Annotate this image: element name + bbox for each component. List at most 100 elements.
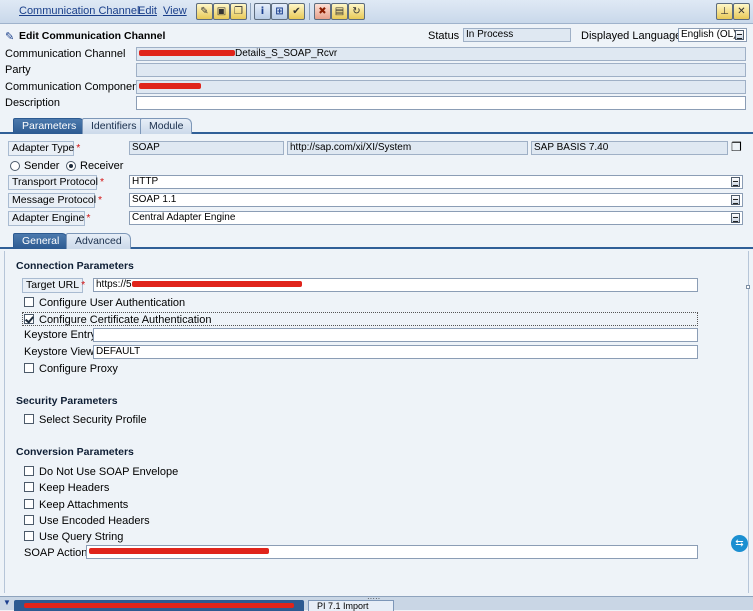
check-icon[interactable]: ✔ [288, 3, 305, 20]
message-protocol-label: Message Protocol * [8, 193, 102, 208]
keystore-entry-input[interactable] [93, 328, 698, 342]
adapter-namespace-field: http://sap.com/xi/XI/System [287, 141, 528, 155]
query-string-label: Use Query String [39, 531, 124, 543]
tab-identifiers[interactable]: Identifiers [82, 118, 146, 134]
adapter-engine-select[interactable]: Central Adapter Engine [129, 211, 743, 225]
page-title: Edit Communication Channel [19, 30, 166, 42]
target-url-input[interactable]: https://5 [93, 278, 698, 292]
dropdown-icon[interactable] [731, 195, 740, 205]
menu-view[interactable]: View [163, 5, 187, 17]
window-icon[interactable]: ❐ [731, 140, 742, 154]
adapter-engine-label: Adapter Engine * [8, 211, 90, 226]
language-label: Displayed Language [581, 30, 682, 42]
adapter-type-label: Adapter Type * [8, 141, 80, 156]
sender-label: Sender [24, 160, 60, 172]
user-auth-label: Configure User Authentication [39, 297, 186, 309]
structure-icon[interactable]: ⊞ [271, 3, 288, 20]
encoded-headers-checkbox[interactable] [24, 515, 34, 525]
transport-protocol-label: Transport Protocol * [8, 175, 104, 190]
history-icon[interactable]: ▤ [331, 3, 348, 20]
description-label: Description [5, 97, 61, 109]
collapse-icon[interactable]: ▼ [3, 598, 11, 607]
security-section-title: Security Parameters [16, 395, 118, 407]
description-field[interactable] [136, 96, 746, 110]
tab-general[interactable]: General [13, 233, 69, 249]
channel-field: Details_S_SOAP_Rcvr [136, 47, 746, 61]
redaction [139, 50, 235, 57]
receiver-label: Receiver [80, 160, 124, 172]
copy-icon[interactable]: ❐ [230, 3, 247, 20]
connection-section-title: Connection Parameters [16, 260, 134, 272]
menu-bar: Communication Channel Edit View ✎ ▣ ❐ i … [0, 0, 753, 24]
party-label: Party [5, 64, 31, 76]
sub-tabstrip: General Advanced [0, 233, 753, 249]
dropdown-icon[interactable] [731, 213, 740, 223]
keystore-entry-label: Keystore Entry [24, 329, 97, 341]
redaction [24, 603, 294, 608]
target-url-value: https://5 [96, 279, 132, 290]
header: ✎ Edit Communication Channel Status In P… [0, 27, 753, 45]
channel-value-suffix: Details_S_SOAP_Rcvr [235, 48, 338, 59]
info-icon[interactable]: i [254, 3, 271, 20]
party-field [136, 63, 746, 77]
conversion-section-title: Conversion Parameters [16, 446, 134, 458]
edit-icon[interactable]: ✎ [196, 3, 213, 20]
redaction [139, 83, 201, 90]
adapter-swcv-field: SAP BASIS 7.40 [531, 141, 728, 155]
keystore-view-input[interactable]: DEFAULT [93, 345, 698, 359]
message-protocol-select[interactable]: SOAP 1.1 [129, 193, 743, 207]
message-text: Message Protocol [12, 194, 97, 206]
required-marker: * [86, 212, 91, 224]
soap-action-input[interactable] [86, 545, 698, 559]
proxy-checkbox[interactable] [24, 363, 34, 373]
pin-icon[interactable]: ⊥ [716, 3, 733, 20]
transport-protocol-select[interactable]: HTTP [129, 175, 743, 189]
redaction [131, 281, 302, 288]
bottom-tab-1[interactable] [14, 600, 304, 611]
component-label: Communication Component [5, 81, 142, 93]
sender-radio[interactable] [10, 161, 20, 171]
language-select[interactable]: English (OL) [678, 28, 747, 42]
keep-attachments-checkbox[interactable] [24, 499, 34, 509]
engine-text: Adapter Engine [12, 212, 85, 224]
required-marker: * [81, 279, 86, 291]
tab-parameters[interactable]: Parameters [13, 118, 86, 134]
keep-headers-checkbox[interactable] [24, 482, 34, 492]
query-string-checkbox[interactable] [24, 531, 34, 541]
bottom-tab-2[interactable]: PI 7.1 Import [308, 600, 394, 611]
cert-auth-checkbox[interactable] [24, 314, 34, 324]
toolbar-separator [250, 3, 251, 20]
tab-advanced[interactable]: Advanced [66, 233, 131, 249]
security-profile-checkbox[interactable] [24, 414, 34, 424]
redaction [89, 548, 269, 555]
status-label: Status [428, 30, 460, 42]
target-url-label: Target URL * [22, 278, 86, 293]
menu-communication-channel[interactable]: Communication Channel [19, 5, 139, 17]
menu-edit[interactable]: Edit [138, 5, 157, 17]
required-marker: * [99, 176, 105, 188]
no-envelope-checkbox[interactable] [24, 466, 34, 476]
help-icon[interactable]: ⇆ [731, 535, 748, 552]
resize-handle[interactable] [746, 285, 750, 289]
refresh-icon[interactable]: ↻ [348, 3, 365, 20]
edit-icon: ✎ [5, 31, 15, 43]
receiver-radio[interactable] [66, 161, 76, 171]
dropdown-icon[interactable] [731, 177, 740, 187]
no-envelope-label: Do Not Use SOAP Envelope [39, 466, 179, 478]
transport-text: Transport Protocol [12, 176, 98, 188]
soap-action-label: SOAP Action [24, 547, 88, 559]
main-tabstrip: Parameters Identifiers Module [0, 118, 753, 134]
channel-label: Communication Channel [5, 48, 126, 60]
dropdown-icon[interactable] [735, 30, 744, 40]
close-icon[interactable]: ✕ [733, 3, 750, 20]
component-field [136, 80, 746, 94]
save-icon[interactable]: ▣ [213, 3, 230, 20]
tab-module[interactable]: Module [140, 118, 193, 134]
user-auth-checkbox[interactable] [24, 297, 34, 307]
message-value: SOAP 1.1 [132, 194, 177, 205]
encoded-headers-label: Use Encoded Headers [39, 515, 150, 527]
required-marker: * [98, 194, 103, 206]
proxy-label: Configure Proxy [39, 363, 118, 375]
required-marker: * [76, 142, 81, 154]
delete-icon[interactable]: ✖ [314, 3, 331, 20]
